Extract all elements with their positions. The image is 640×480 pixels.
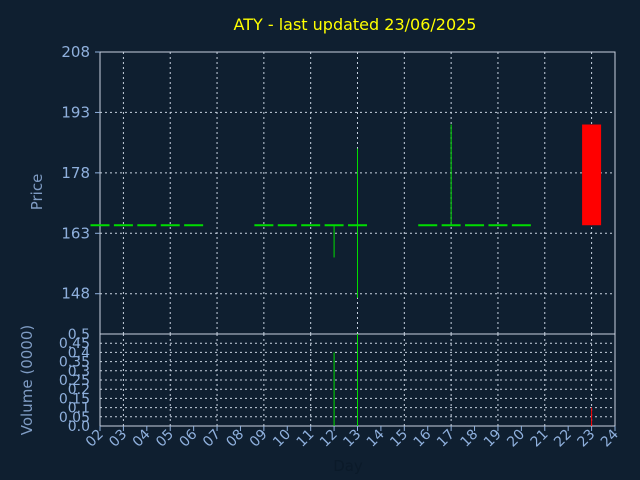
x-tick-label: 22	[551, 427, 575, 451]
price-panel: 148 163 178 193 208 Price	[28, 43, 616, 335]
x-tick-label: 16	[411, 426, 435, 450]
x-tick-label: 06	[177, 426, 201, 450]
x-ticks: 02 03 04 05 06 07 08 09 10 11 12 13 14 15 16 17 18 19 20 21…	[83, 426, 622, 450]
x-tick-label: 11	[294, 427, 318, 451]
volume-axis-label: Volume (0000)	[18, 325, 36, 435]
x-tick-label: 20	[504, 427, 528, 451]
price-tick-label: 193	[61, 103, 90, 121]
candles	[90, 124, 602, 298]
x-axis-label: Day	[333, 457, 363, 475]
x-tick-label: 03	[106, 427, 130, 451]
price-tick-label: 163	[61, 224, 90, 242]
price-axis-label: Price	[28, 174, 46, 211]
x-tick-label: 18	[457, 427, 481, 451]
volume-tick-label: 0.5	[68, 327, 90, 343]
candle-body	[582, 124, 602, 226]
x-tick-label: 21	[528, 427, 552, 451]
price-tick-label: 208	[61, 43, 90, 61]
volume-panel: 0.00.050.10.150.20.250.30.350.40.450.5 V…	[18, 325, 616, 435]
volume-y-ticks: 0.00.050.10.150.20.250.30.350.40.450.5	[59, 327, 90, 435]
x-tick-label: 10	[270, 427, 294, 451]
price-y-ticks: 148 163 178 193 208	[61, 43, 100, 303]
x-tick-label: 13	[340, 427, 364, 451]
x-tick-label: 07	[200, 427, 224, 451]
stock-chart: ATY - last updated 23/06/2025 1481631781…	[18, 15, 622, 475]
x-tick-label: 14	[364, 426, 388, 450]
x-tick-label: 05	[153, 427, 177, 451]
x-tick-label: 12	[317, 427, 341, 451]
x-tick-label: 08	[223, 427, 247, 451]
x-tick-label: 15	[387, 427, 411, 451]
price-tick-label: 178	[61, 164, 90, 182]
x-tick-label: 23	[574, 427, 598, 451]
x-tick-label: 17	[434, 427, 458, 451]
x-tick-label: 09	[247, 427, 271, 451]
volume-bars	[333, 334, 593, 426]
x-tick-label: 24	[598, 426, 622, 450]
price-tick-label: 148	[61, 285, 90, 303]
x-tick-label: 04	[130, 426, 154, 450]
x-tick-label: 19	[481, 427, 505, 451]
chart-title: ATY - last updated 23/06/2025	[234, 15, 477, 34]
